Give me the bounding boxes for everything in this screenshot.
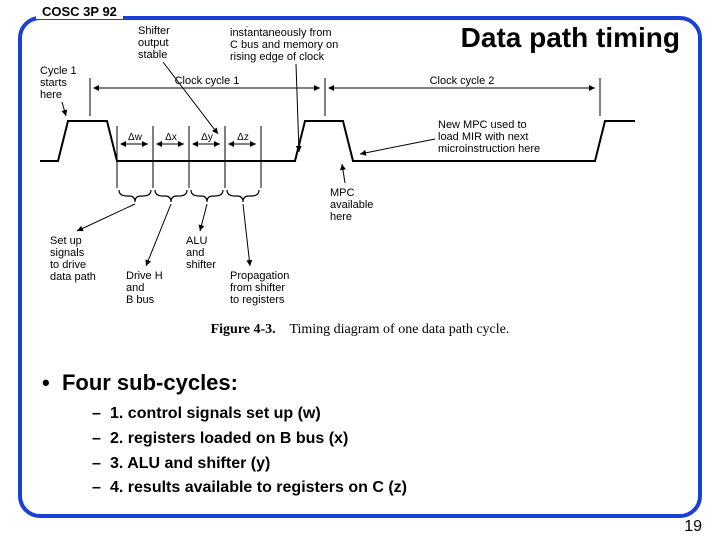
slide-title: Data path timing — [461, 22, 680, 54]
new-mpc-label: New MPC used to load MIR with next micro… — [438, 119, 540, 155]
subcycle-4: 4. results available to registers on C (… — [110, 476, 407, 501]
setup-label: Set up signals to drive data path — [50, 235, 96, 283]
alu-label: ALU and shifter — [186, 235, 216, 271]
subcycle-list: –1. control signals set up (w) –2. regis… — [92, 402, 407, 501]
page-number: 19 — [684, 518, 702, 536]
timing-diagram: Clock cycle 1 Clock cycle 2 Cycle 1 star… — [40, 26, 635, 316]
figure-caption: Figure 4-3. Timing diagram of one data p… — [0, 322, 720, 338]
mpc-available-label: MPC available here — [330, 187, 376, 223]
caption-text: Timing diagram of one data path cycle. — [289, 322, 509, 337]
caption-bold: Figure 4-3. — [211, 322, 276, 337]
cycle1-start-label: Cycle 1 starts here — [40, 65, 80, 101]
course-code: COSC 3P 92 — [36, 4, 123, 19]
subcycle-1: 1. control signals set up (w) — [110, 402, 321, 427]
clock-cycle-2-label: Clock cycle 2 — [430, 75, 495, 87]
shifter-output-label: Shifter output stable — [138, 26, 173, 61]
subcycle-2: 2. registers loaded on B bus (x) — [110, 427, 348, 452]
main-bullet-text: Four sub-cycles: — [62, 370, 238, 395]
delta-y: Δy — [201, 132, 213, 143]
delta-x: Δx — [165, 132, 177, 143]
drive-label: Drive H and B bus — [126, 270, 166, 306]
delta-w: Δw — [128, 132, 143, 143]
prop-label: Propagation from shifter to registers — [230, 270, 292, 306]
subcycle-3: 3. ALU and shifter (y) — [110, 452, 270, 477]
clock-cycle-1-label: Clock cycle 1 — [175, 75, 240, 87]
main-bullet: • Four sub-cycles: — [42, 370, 238, 396]
registers-loaded-label: Registers loaded instantaneously from C … — [230, 26, 341, 63]
delta-z: Δz — [237, 132, 249, 143]
